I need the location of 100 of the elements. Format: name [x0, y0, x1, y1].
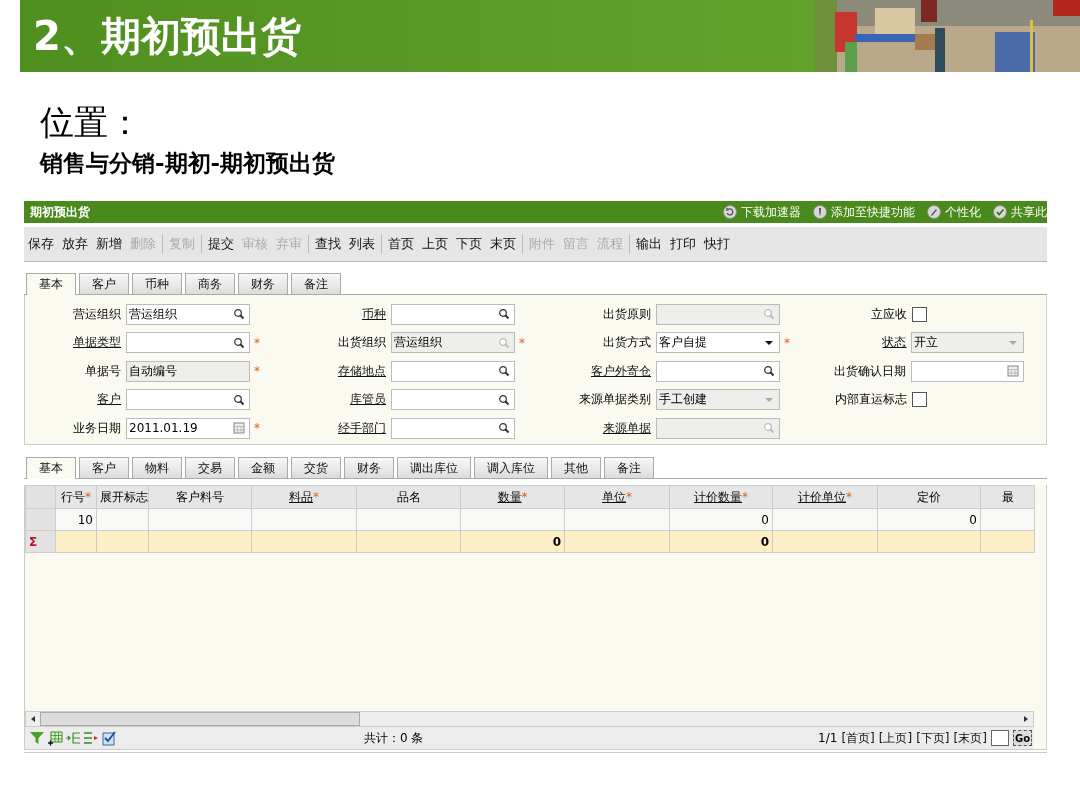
pager-link[interactable]: [下页]	[916, 729, 950, 747]
required-mark: *	[254, 335, 260, 350]
tab[interactable]: 币种	[132, 273, 182, 294]
toolbar-button[interactable]: 列表	[345, 235, 379, 253]
date-field[interactable]: 2011.01.19	[126, 417, 250, 439]
checkbox[interactable]	[911, 392, 927, 408]
tab[interactable]: 基本	[26, 457, 76, 479]
tab[interactable]: 其他	[551, 457, 601, 478]
tab[interactable]: 客户	[79, 457, 129, 478]
dropdown-field[interactable]: 客户自提	[656, 332, 780, 354]
column-link[interactable]: 计价数量	[694, 489, 742, 504]
toolbar-button[interactable]: 提交	[204, 235, 238, 253]
calendar-icon[interactable]	[1007, 365, 1019, 378]
lookup-field[interactable]	[656, 360, 780, 382]
toolbar-button[interactable]: 快打	[700, 235, 734, 253]
page-input[interactable]	[990, 730, 1009, 746]
field-link[interactable]: 存储地点	[338, 363, 386, 378]
lookup-field[interactable]	[391, 303, 515, 325]
tab[interactable]: 金额	[238, 457, 288, 478]
field-label: 业务日期	[73, 420, 121, 435]
column-title: 展开标志	[100, 489, 148, 504]
field-label: 出货组织	[338, 335, 386, 350]
column-link[interactable]: 单位	[602, 489, 626, 504]
required-mark: *	[254, 364, 260, 379]
lookup-field[interactable]	[126, 332, 250, 354]
toolbar-button[interactable]: 新增	[92, 235, 126, 253]
horizontal-scrollbar[interactable]	[25, 711, 1034, 727]
pin-icon[interactable]	[813, 205, 827, 219]
field-link[interactable]: 客户	[97, 392, 121, 407]
column-title: 行号	[61, 489, 85, 504]
column-link[interactable]: 料品	[289, 489, 313, 504]
search-icon[interactable]	[763, 365, 775, 378]
field-link[interactable]: 经手部门	[338, 420, 386, 435]
table-add-icon[interactable]	[47, 730, 63, 746]
checkbox[interactable]	[911, 306, 927, 322]
tab[interactable]: 交易	[185, 457, 235, 478]
tab[interactable]: 备注	[604, 457, 654, 478]
search-icon[interactable]	[498, 308, 510, 321]
search-icon[interactable]	[498, 393, 510, 406]
search-icon[interactable]	[233, 308, 245, 321]
refresh-icon[interactable]	[723, 205, 737, 219]
lookup-field[interactable]	[391, 389, 515, 411]
lookup-field[interactable]: 营运组织	[126, 303, 250, 325]
header-link[interactable]: 共享此	[1011, 203, 1047, 221]
search-icon[interactable]	[498, 422, 510, 435]
toolbar-button[interactable]: 上页	[418, 235, 452, 253]
calendar-icon[interactable]	[233, 422, 245, 435]
tab[interactable]: 备注	[291, 273, 341, 294]
search-icon[interactable]	[498, 365, 510, 378]
required-mark: *	[742, 489, 748, 504]
lookup-field[interactable]	[126, 389, 250, 411]
column-link[interactable]: 数量	[497, 489, 522, 504]
toolbar-button[interactable]: 保存	[24, 235, 58, 253]
date-field[interactable]	[911, 360, 1024, 382]
tab[interactable]: 调入库位	[474, 457, 548, 478]
lookup-field[interactable]	[391, 417, 515, 439]
window-title: 期初预出货	[30, 203, 90, 221]
slide-title: 2、期初预出货	[32, 11, 301, 61]
tab[interactable]: 商务	[185, 273, 235, 294]
toolbar-button[interactable]: 打印	[666, 235, 700, 253]
checklist-icon[interactable]	[101, 730, 117, 746]
pager-link[interactable]: [首页]	[841, 729, 875, 747]
field-label: 出货确认日期	[834, 363, 907, 378]
toolbar-button[interactable]: 下页	[452, 235, 486, 253]
search-icon[interactable]	[233, 336, 245, 349]
column-title: 最	[1001, 489, 1014, 504]
header-link[interactable]: 个性化	[945, 203, 981, 221]
tab[interactable]: 财务	[238, 273, 288, 294]
toolbar-button[interactable]: 输出	[632, 235, 666, 253]
field-link[interactable]: 币种	[362, 306, 386, 321]
toolbar-button[interactable]: 查找	[311, 235, 345, 253]
pager-link[interactable]: [上页]	[878, 729, 913, 747]
field-link[interactable]: 库管员	[350, 392, 386, 407]
lookup-field[interactable]	[391, 360, 515, 382]
header-link[interactable]: 下载加速器	[741, 203, 801, 221]
go-button[interactable]: Go	[1012, 730, 1032, 746]
required-mark: *	[784, 335, 790, 350]
column-title: 品名	[396, 489, 421, 504]
field-link[interactable]: 单据类型	[73, 335, 121, 350]
header-link[interactable]: 添加至快捷功能	[831, 203, 915, 221]
toolbar-button[interactable]: 末页	[486, 235, 520, 253]
tab[interactable]: 调出库位	[397, 457, 471, 478]
tab[interactable]: 交货	[291, 457, 341, 478]
pager-link[interactable]: [末页]	[953, 729, 987, 747]
required-mark: *	[521, 489, 528, 504]
toolbar-button[interactable]: 首页	[384, 235, 418, 253]
field-link[interactable]: 客户外寄仓	[591, 363, 651, 378]
toolbar-button[interactable]: 放弃	[58, 235, 92, 253]
pencil-icon[interactable]	[927, 205, 941, 219]
outdent-icon[interactable]	[83, 730, 99, 746]
tab[interactable]: 客户	[79, 273, 129, 294]
tab[interactable]: 基本	[26, 273, 76, 295]
field-label: 来源单据类别	[579, 392, 651, 407]
search-icon[interactable]	[233, 393, 245, 406]
field-label: 单据号	[85, 363, 121, 378]
tab[interactable]: 物料	[132, 457, 182, 478]
required-mark: *	[254, 421, 260, 436]
check-icon[interactable]	[993, 205, 1007, 219]
column-link[interactable]: 计价单位	[798, 489, 846, 504]
tab[interactable]: 财务	[344, 457, 394, 478]
